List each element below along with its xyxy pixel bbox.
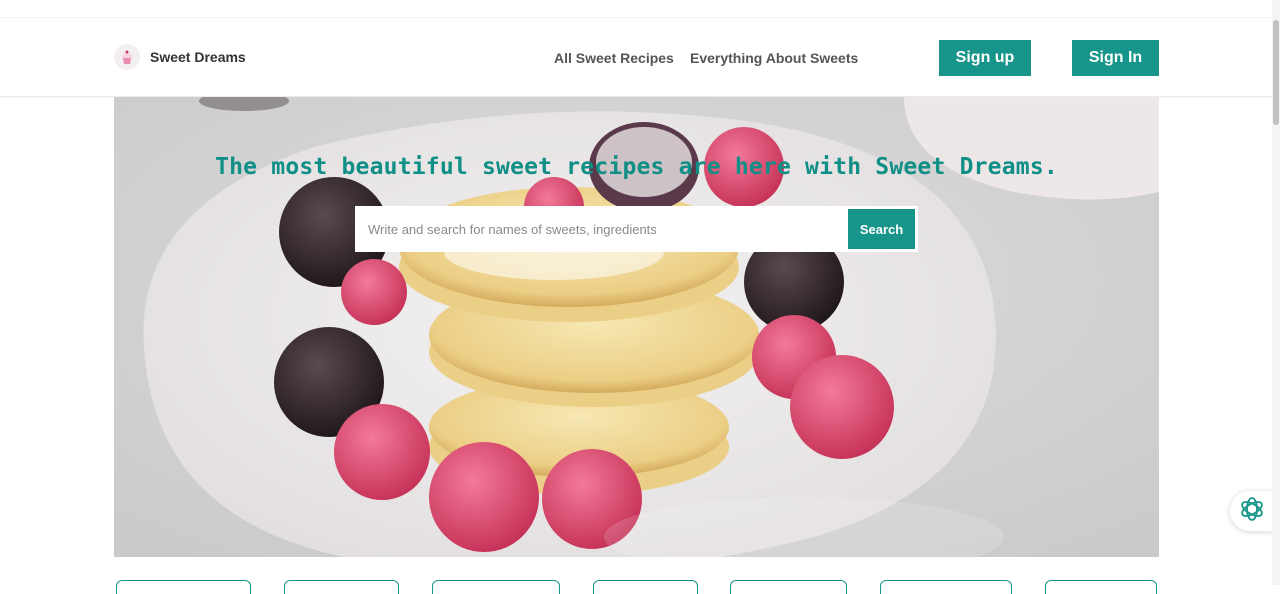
top-strip: [0, 0, 1280, 18]
scrollbar-thumb[interactable]: [1273, 20, 1279, 125]
category-tab[interactable]: [116, 580, 251, 594]
nav-all-sweet-recipes[interactable]: All Sweet Recipes: [554, 50, 674, 66]
search-button[interactable]: Search: [848, 209, 915, 249]
cupcake-icon: [114, 44, 140, 70]
brand-name: Sweet Dreams: [150, 49, 246, 65]
brand[interactable]: Sweet Dreams: [114, 44, 246, 70]
ai-assistant-icon: [1239, 496, 1265, 527]
hero-title: The most beautiful sweet recipes are her…: [215, 154, 1058, 180]
signup-button[interactable]: Sign up: [939, 40, 1031, 76]
site-header: Sweet Dreams All Sweet Recipes Everythin…: [0, 19, 1272, 97]
search-bar: Search: [355, 206, 918, 252]
signin-button[interactable]: Sign In: [1072, 40, 1159, 76]
category-tab[interactable]: [1045, 580, 1157, 594]
category-tab[interactable]: [284, 580, 399, 594]
category-tab[interactable]: [730, 580, 847, 594]
hero-banner: The most beautiful sweet recipes are her…: [114, 97, 1159, 557]
page-scrollbar[interactable]: [1272, 0, 1280, 585]
ai-assistant-button[interactable]: [1230, 491, 1274, 531]
search-input[interactable]: [368, 221, 848, 237]
category-tab[interactable]: [880, 580, 1012, 594]
nav-everything-about-sweets[interactable]: Everything About Sweets: [690, 50, 858, 66]
category-tab[interactable]: [432, 580, 560, 594]
category-tab[interactable]: [593, 580, 698, 594]
